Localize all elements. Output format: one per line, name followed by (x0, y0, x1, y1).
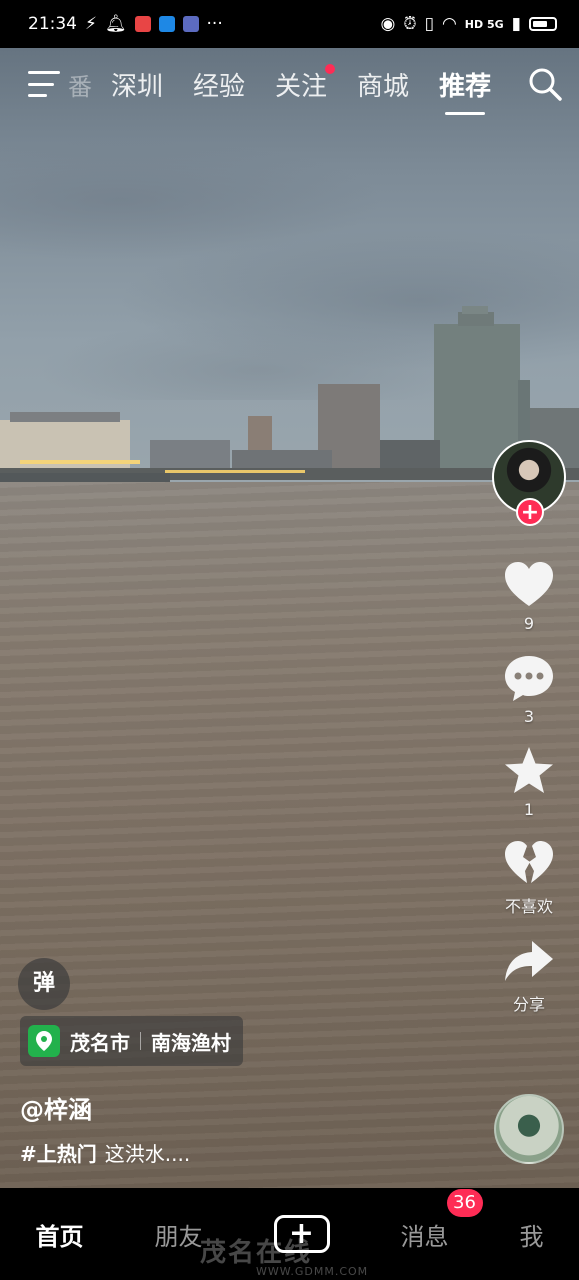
author-name[interactable]: @梓涵 (20, 1090, 92, 1125)
watermark-text: 茂名在线 (200, 1238, 313, 1268)
tab-mall[interactable]: 商城 (357, 66, 409, 103)
share-arrow-icon (505, 941, 553, 981)
tab-recommended[interactable]: 推荐 (439, 66, 492, 115)
bell-icon: 🔔︎ (104, 14, 127, 34)
battery-icon (529, 17, 557, 31)
status-right: ◉ ⏰︎ ▯ ◠ HD 5G ▮ (380, 14, 557, 34)
tab-label: 深圳 (111, 71, 164, 102)
menu-icon[interactable] (28, 71, 60, 97)
comment-count: 3 (523, 707, 535, 726)
search-icon[interactable] (527, 66, 563, 102)
location-tag[interactable]: 茂名市 南海渔村 (20, 1016, 243, 1066)
action-column: + 9 3 1 不喜欢 分享 (486, 440, 572, 1033)
heart-icon (505, 562, 553, 606)
tab-label: 经验 (193, 71, 246, 102)
tab-me[interactable]: 我 (520, 1217, 544, 1252)
messages-badge: 36 (446, 1188, 483, 1217)
tab-label: 关注 (275, 71, 328, 102)
caption-text: 这洪水.... (104, 1142, 191, 1166)
alarm-icon: ⏰︎ (403, 14, 417, 34)
comment-button[interactable]: 3 (502, 651, 556, 726)
app-notification-icon-1 (134, 16, 151, 32)
hashtag-link[interactable]: #上热门 (20, 1142, 97, 1166)
like-count: 9 (523, 614, 535, 633)
like-button[interactable]: 9 (502, 558, 556, 633)
comment-icon (505, 656, 553, 701)
music-disc[interactable] (494, 1094, 564, 1164)
network-label: HD 5G (464, 17, 504, 31)
wifi-icon: ◠ (441, 14, 457, 34)
location-divider (140, 1032, 141, 1050)
location-pin-icon (28, 1025, 60, 1057)
status-time: 21:34 (28, 14, 77, 34)
share-label: 分享 (512, 995, 545, 1014)
tab-messages-label: 消息 (400, 1222, 449, 1251)
tab-home[interactable]: 首页 (36, 1217, 84, 1252)
vibrate-icon: ▯ (424, 14, 434, 34)
tab-label: 推荐 (439, 71, 492, 102)
watermark-url: WWW.GDMM.COM (256, 1265, 369, 1278)
favorite-count: 1 (523, 800, 535, 819)
dislike-label: 不喜欢 (504, 897, 553, 916)
location-place: 南海渔村 (151, 1030, 231, 1055)
star-icon (505, 747, 553, 793)
tab-label: 商城 (357, 71, 410, 102)
favorite-button[interactable]: 1 (502, 744, 556, 819)
signal-link-icon: ⚡ (85, 14, 97, 34)
share-button[interactable]: 分享 (502, 935, 556, 1015)
top-nav: 番 深圳 经验 关注 商城 推荐 (0, 48, 579, 120)
signal-icon: ▮ (511, 14, 521, 34)
follow-button[interactable]: + (516, 498, 544, 526)
notification-dot (325, 63, 336, 74)
tab-friends[interactable]: 朋友 (155, 1217, 203, 1252)
status-left: 21:34 ⚡ 🔔︎ ··· (28, 14, 223, 34)
author-avatar-group: + (492, 440, 566, 526)
tab-following[interactable]: 关注 (275, 63, 336, 103)
video-caption: #上热门 这洪水.... (20, 1138, 190, 1167)
app-notification-icon-2 (158, 16, 175, 32)
eye-icon: ◉ (380, 14, 396, 34)
dislike-button[interactable]: 不喜欢 (502, 837, 556, 917)
more-notifications: ··· (206, 14, 223, 34)
tab-experience[interactable]: 经验 (193, 66, 245, 103)
broken-heart-icon (505, 841, 553, 883)
app-notification-icon-3 (182, 16, 199, 32)
tab-partial[interactable]: 番 (68, 67, 96, 102)
tab-shenzhen[interactable]: 深圳 (111, 66, 163, 103)
watermark: 茂名在线 WWW.GDMM.COM (200, 1232, 368, 1278)
location-city: 茂名市 (70, 1030, 130, 1055)
tab-messages[interactable]: 消息 36 (400, 1188, 483, 1252)
status-bar: 21:34 ⚡ 🔔︎ ··· ◉ ⏰︎ ▯ ◠ HD 5G ▮ (0, 0, 579, 48)
danmu-toggle-button[interactable]: 弹 (18, 958, 70, 1010)
